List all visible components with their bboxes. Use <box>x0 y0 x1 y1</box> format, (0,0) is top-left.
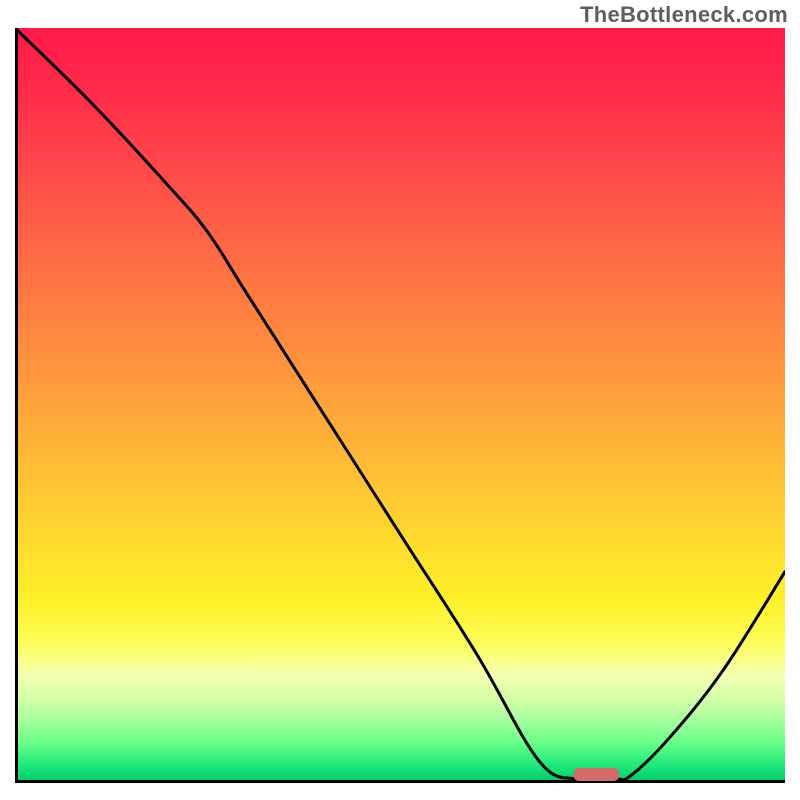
optimal-marker <box>573 768 619 781</box>
bottleneck-curve <box>15 28 785 781</box>
chart-overlay <box>15 28 785 783</box>
watermark-text: TheBottleneck.com <box>580 2 788 28</box>
